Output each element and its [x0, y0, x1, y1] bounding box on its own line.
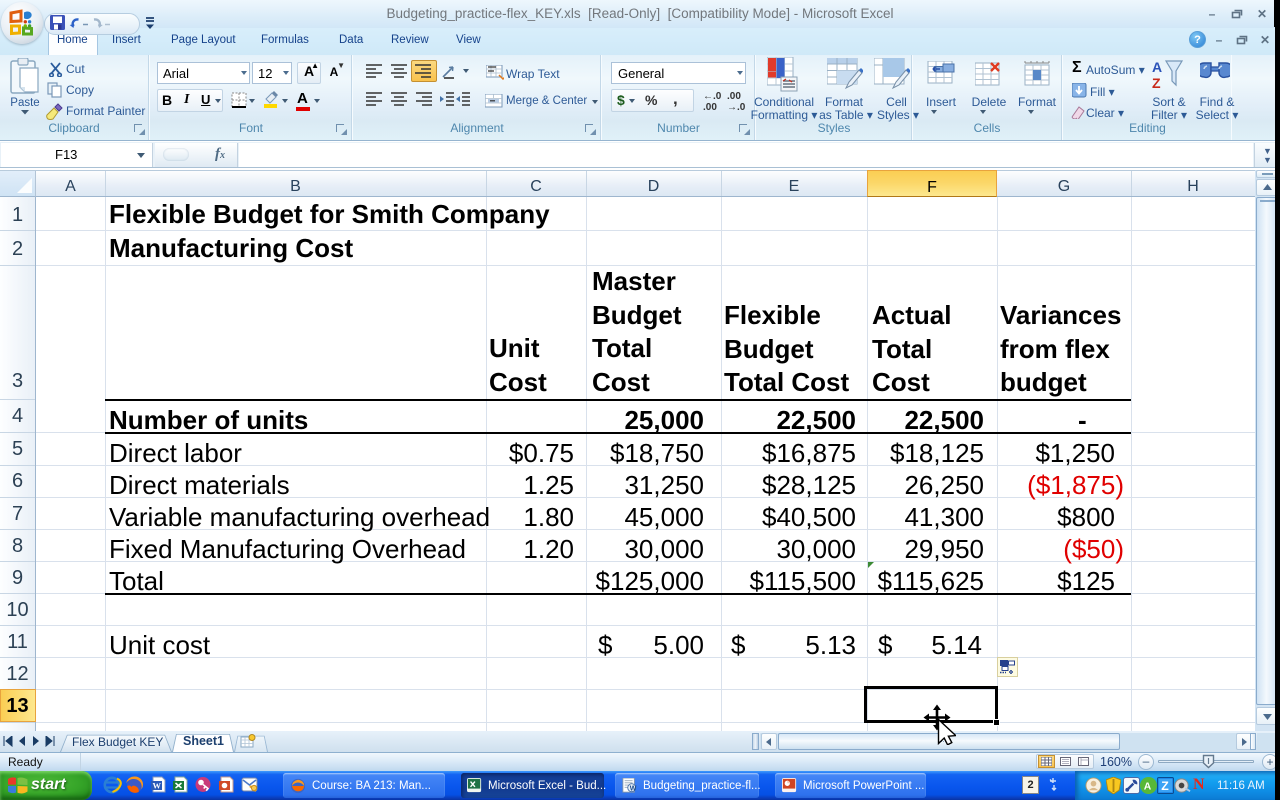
svg-text:W: W	[630, 785, 637, 792]
svg-text:Z: Z	[1161, 779, 1169, 793]
svg-text:A: A	[1144, 781, 1152, 792]
svg-text:Z: Z	[1152, 75, 1161, 91]
svg-text:W: W	[153, 781, 162, 791]
svg-text:A: A	[1152, 59, 1162, 75]
